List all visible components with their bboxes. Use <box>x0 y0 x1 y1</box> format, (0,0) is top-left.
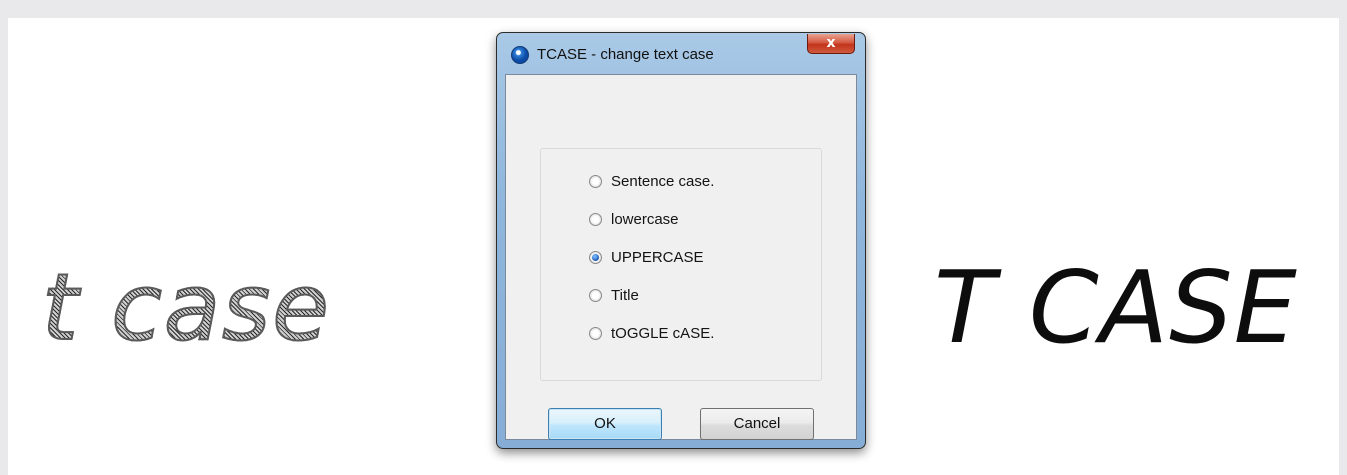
dialog-titlebar[interactable]: TCASE - change text case x <box>497 33 865 73</box>
option-label: UPPERCASE <box>611 248 704 266</box>
option-label: Title <box>611 286 639 304</box>
cancel-button[interactable]: Cancel <box>700 408 814 440</box>
option-label: lowercase <box>611 210 679 228</box>
option-uppercase[interactable]: UPPERCASE <box>589 247 704 267</box>
option-toggle-case[interactable]: tOGGLE cASE. <box>589 323 714 343</box>
radio-title[interactable] <box>589 288 602 302</box>
radio-lowercase[interactable] <box>589 212 602 226</box>
ok-button[interactable]: OK <box>548 408 662 440</box>
close-button[interactable]: x <box>807 34 855 54</box>
autocad-app-icon <box>511 46 529 64</box>
tcase-dialog: TCASE - change text case x Sentence case… <box>496 32 866 449</box>
radio-sentence-case[interactable] <box>589 174 602 188</box>
dialog-client-area: Sentence case. lowercase UPPERCASE Title… <box>505 74 857 440</box>
before-example-text: t case <box>41 254 331 361</box>
option-title[interactable]: Title <box>589 285 639 305</box>
option-lowercase[interactable]: lowercase <box>589 209 679 229</box>
radio-uppercase[interactable] <box>589 250 602 264</box>
dialog-title: TCASE - change text case <box>537 46 714 63</box>
close-icon: x <box>826 35 836 51</box>
option-sentence-case[interactable]: Sentence case. <box>589 171 714 191</box>
after-example-text: T CASE <box>934 249 1298 366</box>
option-label: tOGGLE cASE. <box>611 324 715 342</box>
radio-toggle-case[interactable] <box>589 326 602 340</box>
option-label: Sentence case. <box>611 172 715 190</box>
